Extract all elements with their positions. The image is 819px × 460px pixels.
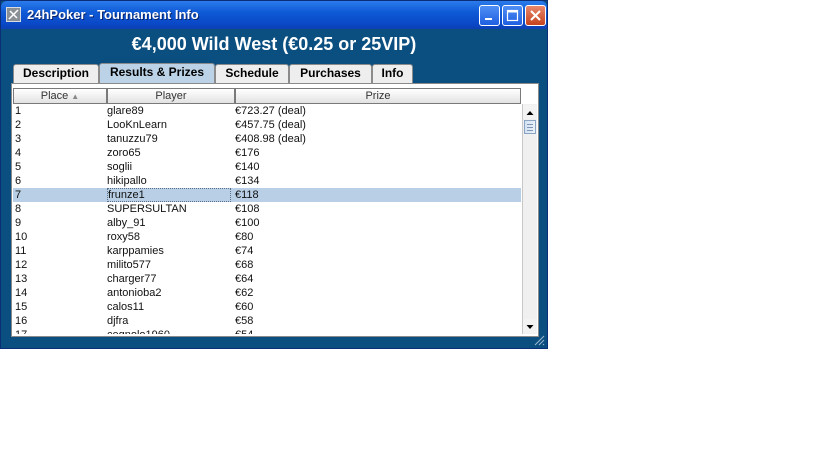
player-cell: SUPERSULTAN [107,203,187,215]
close-icon [530,10,541,21]
table-row[interactable]: 4 zoro65 €176 [13,146,521,160]
player-cell: djfra [107,315,129,327]
minimize-icon [485,18,492,20]
close-button[interactable] [525,5,546,26]
arrow-up-icon [526,111,534,115]
table-row[interactable]: 9 alby_91 €100 [13,216,521,230]
player-cell: hikipallo [107,175,147,187]
player-cell: frunze1 [107,188,231,202]
prize-cell: €457.75 (deal) [235,119,306,131]
place-cell: 3 [15,133,22,145]
table-body: 1 glare89 €723.27 (deal) 2 LooKnLearn €457.75… [13,104,521,334]
column-header-prize[interactable]: Prize [235,88,521,104]
place-cell: 1 [15,105,22,117]
resize-grip-icon[interactable] [533,334,545,346]
player-cell: soglii [107,161,133,173]
column-header-place[interactable]: Place ▲ [13,88,107,104]
player-cell: calos11 [107,301,145,313]
prize-cell: €58 [235,315,254,327]
place-cell: 6 [15,175,22,187]
place-cell: 4 [15,147,22,159]
table-row[interactable]: 3 tanuzzu79 €408.98 (deal) [13,132,521,146]
place-cell: 17 [15,328,103,334]
player-cell: milito577 [107,259,152,271]
tab-purchases[interactable]: Purchases [289,64,372,83]
sort-ascending-icon: ▲ [71,92,80,101]
player-cell: glare89 [107,105,144,117]
table-row[interactable]: 11 karppamies €74 [13,244,521,258]
prize-cell: €80 [235,231,254,243]
player-cell: tanuzzu79 [107,133,158,145]
prize-cell: €108 [235,203,260,215]
place-cell: 7 [15,189,22,201]
prize-cell: €140 [235,161,260,173]
place-cell: 11 [15,245,27,257]
column-header-player[interactable]: Player [107,88,235,104]
place-cell: 14 [15,287,28,299]
table-row[interactable]: 2 LooKnLearn €457.75 (deal) [13,118,521,132]
place-cell: 13 [15,273,28,285]
title-bar[interactable]: 24hPoker - Tournament Info [1,1,547,29]
table-row[interactable]: 5 soglii €140 [13,160,521,174]
table-row[interactable]: 12 milito577 €68 [13,258,521,272]
scroll-down-button[interactable] [523,319,537,333]
place-cell: 10 [15,231,28,243]
tab-schedule[interactable]: Schedule [215,64,289,83]
prize-cell: €723.27 (deal) [235,105,306,117]
player-cell: antonioba2 [107,287,162,299]
place-cell: 2 [15,119,22,131]
prize-cell: €60 [235,301,254,313]
arrow-down-icon [526,325,534,329]
prize-cell: €62 [235,287,254,299]
table-header: Place ▲ Player Prize [13,88,521,104]
place-cell: 8 [15,203,22,215]
prize-cell: €408.98 (deal) [235,133,306,145]
player-cell: zoro65 [107,147,141,159]
tab-description[interactable]: Description [13,64,99,83]
results-table-panel: Place ▲ Player Prize 1 glare89 €723.27 (dea… [11,83,539,337]
table-row[interactable]: 15 calos11 €60 [13,300,521,314]
table-row[interactable]: 7 frunze1 €118 [13,188,521,202]
player-cell: charger77 [107,273,157,285]
prize-cell: €54 [235,328,515,334]
table-row[interactable]: 14 antonioba2 €62 [13,286,521,300]
table-row[interactable]: 13 charger77 €64 [13,272,521,286]
prize-cell: €68 [235,259,254,271]
place-cell: 15 [15,301,28,313]
prize-cell: €100 [235,217,260,229]
app-icon [6,7,21,22]
table-row[interactable]: 10 roxy58 €80 [13,230,521,244]
player-cell: LooKnLearn [107,119,167,131]
vertical-scrollbar[interactable] [522,104,537,334]
scroll-up-button[interactable] [523,105,537,119]
player-cell: alby_91 [107,217,146,229]
prize-cell: €134 [235,175,260,187]
place-cell: 16 [15,315,28,327]
player-cell: karppamies [107,245,164,257]
prize-cell: €64 [235,273,254,285]
table-row[interactable]: 1 glare89 €723.27 (deal) [13,104,521,118]
maximize-button[interactable] [502,5,523,26]
table-row[interactable]: 6 hikipallo €134 [13,174,521,188]
player-cell: roxy58 [107,231,141,243]
tab-info[interactable]: Info [372,64,413,83]
prize-cell: €176 [235,147,260,159]
minimize-button[interactable] [479,5,500,26]
column-header-label: Place [40,90,69,102]
prize-cell: €74 [235,245,254,257]
place-cell: 5 [15,161,22,173]
table-row[interactable]: 16 djfra €58 [13,314,521,328]
window-title: 24hPoker - Tournament Info [27,7,199,22]
tournament-info-window: 24hPoker - Tournament Info €4,000 Wild W… [0,0,548,349]
scrollbar-thumb[interactable] [524,120,536,134]
tab-results-prizes[interactable]: Results & Prizes [99,63,215,84]
place-cell: 9 [15,217,22,229]
table-row[interactable]: 17 cegnolo1960 €54 [13,328,521,334]
maximize-icon [506,9,519,22]
place-cell: 12 [15,259,28,271]
player-cell: cegnolo1960 [107,328,231,334]
tournament-heading: €4,000 Wild West (€0.25 or 25VIP) [131,34,417,54]
prize-cell: €118 [235,189,259,201]
table-row[interactable]: 8 SUPERSULTAN €108 [13,202,521,216]
